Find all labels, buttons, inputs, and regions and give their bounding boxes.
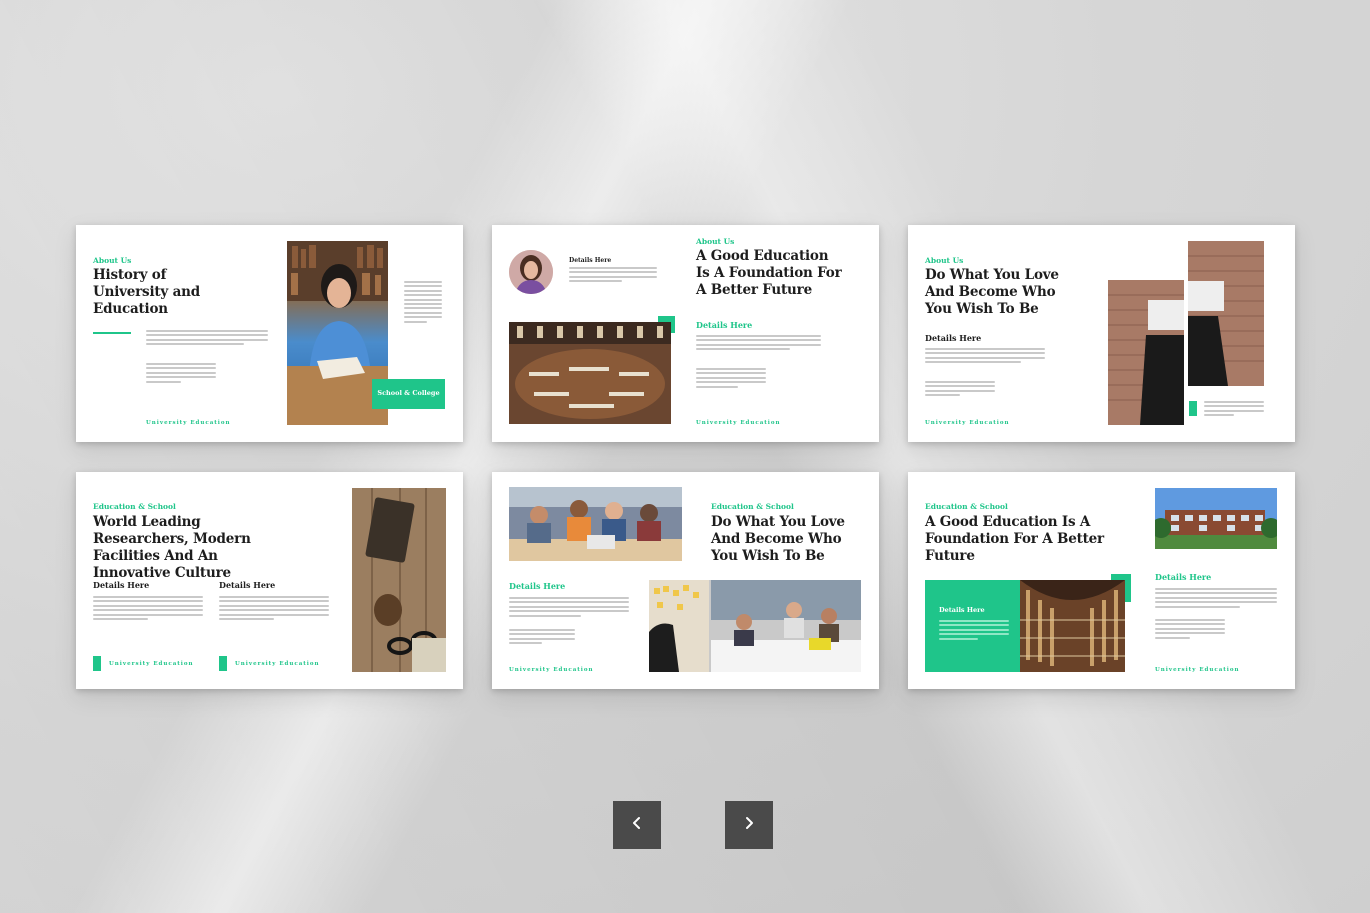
details-heading-right: Details Here — [219, 580, 276, 590]
campus-building-photo — [1155, 488, 1277, 549]
chevron-left-icon — [630, 816, 644, 835]
details-heading: Details Here — [1155, 572, 1212, 582]
body-text — [509, 597, 629, 619]
details-card-heading: Details Here — [939, 606, 985, 614]
next-button[interactable] — [725, 801, 773, 849]
details-heading: Details Here — [509, 581, 566, 591]
body-text — [925, 348, 1045, 366]
accent-line — [93, 332, 131, 334]
badge-label: School & College — [377, 389, 440, 397]
shadow-backdrop — [0, 0, 1370, 913]
details-card-text — [939, 620, 1009, 642]
accent-block — [1189, 401, 1197, 416]
previous-button[interactable] — [613, 801, 661, 849]
details-card: Details Here — [925, 580, 1020, 672]
school-college-badge: School & College — [372, 379, 445, 409]
slide-title: Do What You Love And Become Who You Wish… — [925, 267, 1059, 317]
slide-eyebrow: Education & School — [93, 502, 176, 511]
slide-thumbnail-6[interactable]: Education & School A Good Education Is A… — [908, 472, 1295, 689]
body-text — [925, 381, 995, 399]
brick-wall-photo-left — [1108, 280, 1184, 425]
slide-title: A Good Education Is A Foundation For A B… — [696, 248, 842, 298]
slide-thumbnail-4[interactable]: Education & School World Leading Researc… — [76, 472, 463, 689]
slide-footer: University Education — [1155, 667, 1240, 673]
body-text — [1155, 619, 1225, 641]
slide-footer: University Education — [925, 420, 1010, 426]
body-text — [146, 330, 268, 348]
details-heading: Details Here — [696, 320, 753, 330]
body-text-left — [93, 596, 203, 622]
slide-thumbnail-1[interactable]: About Us History of University and Educa… — [76, 225, 463, 442]
slide-thumbnail-5[interactable]: Education & School Do What You Love And … — [492, 472, 879, 689]
slide-thumbnail-2[interactable]: Details Here About Us A Good Education I… — [492, 225, 879, 442]
library-hall-photo — [509, 322, 671, 424]
classroom-photo — [649, 580, 861, 672]
body-text — [146, 363, 216, 385]
slide-title: History of University and Education — [93, 267, 200, 317]
slide-eyebrow: About Us — [696, 237, 735, 246]
slide-eyebrow: Education & School — [925, 502, 1008, 511]
body-text — [696, 368, 766, 390]
slide-eyebrow: Education & School — [711, 502, 794, 511]
caption-text — [1204, 401, 1264, 419]
slide-footer-left: University Education — [109, 661, 194, 667]
slide-thumbnail-3[interactable]: About Us Do What You Love And Become Who… — [908, 225, 1295, 442]
slide-footer: University Education — [509, 667, 594, 673]
body-text — [1155, 588, 1277, 610]
chevron-right-icon — [742, 816, 756, 835]
library-shelves-photo — [1020, 580, 1125, 672]
slide-title: World Leading Researchers, Modern Facili… — [93, 514, 251, 581]
slide-title: Do What You Love And Become Who You Wish… — [711, 514, 845, 564]
students-group-photo — [509, 487, 682, 561]
slide-eyebrow: About Us — [925, 256, 964, 265]
details-heading-left: Details Here — [93, 580, 150, 590]
slide-eyebrow: About Us — [93, 256, 132, 265]
details-heading: Details Here — [569, 257, 612, 264]
body-text — [696, 335, 821, 353]
body-text-right — [219, 596, 329, 622]
profile-avatar — [509, 250, 553, 294]
slide-footer-right: University Education — [235, 661, 320, 667]
slide-footer: University Education — [696, 420, 781, 426]
brick-wall-photo-right — [1188, 241, 1264, 386]
accent-block-right — [219, 656, 227, 671]
accent-block-left — [93, 656, 101, 671]
details-heading: Details Here — [925, 333, 982, 343]
body-text — [569, 267, 657, 285]
slide-footer: University Education — [146, 420, 231, 426]
book-and-glasses-photo — [352, 488, 446, 672]
body-text — [509, 629, 575, 647]
slide-title: A Good Education Is A Foundation For A B… — [925, 514, 1104, 564]
side-text — [404, 281, 442, 325]
